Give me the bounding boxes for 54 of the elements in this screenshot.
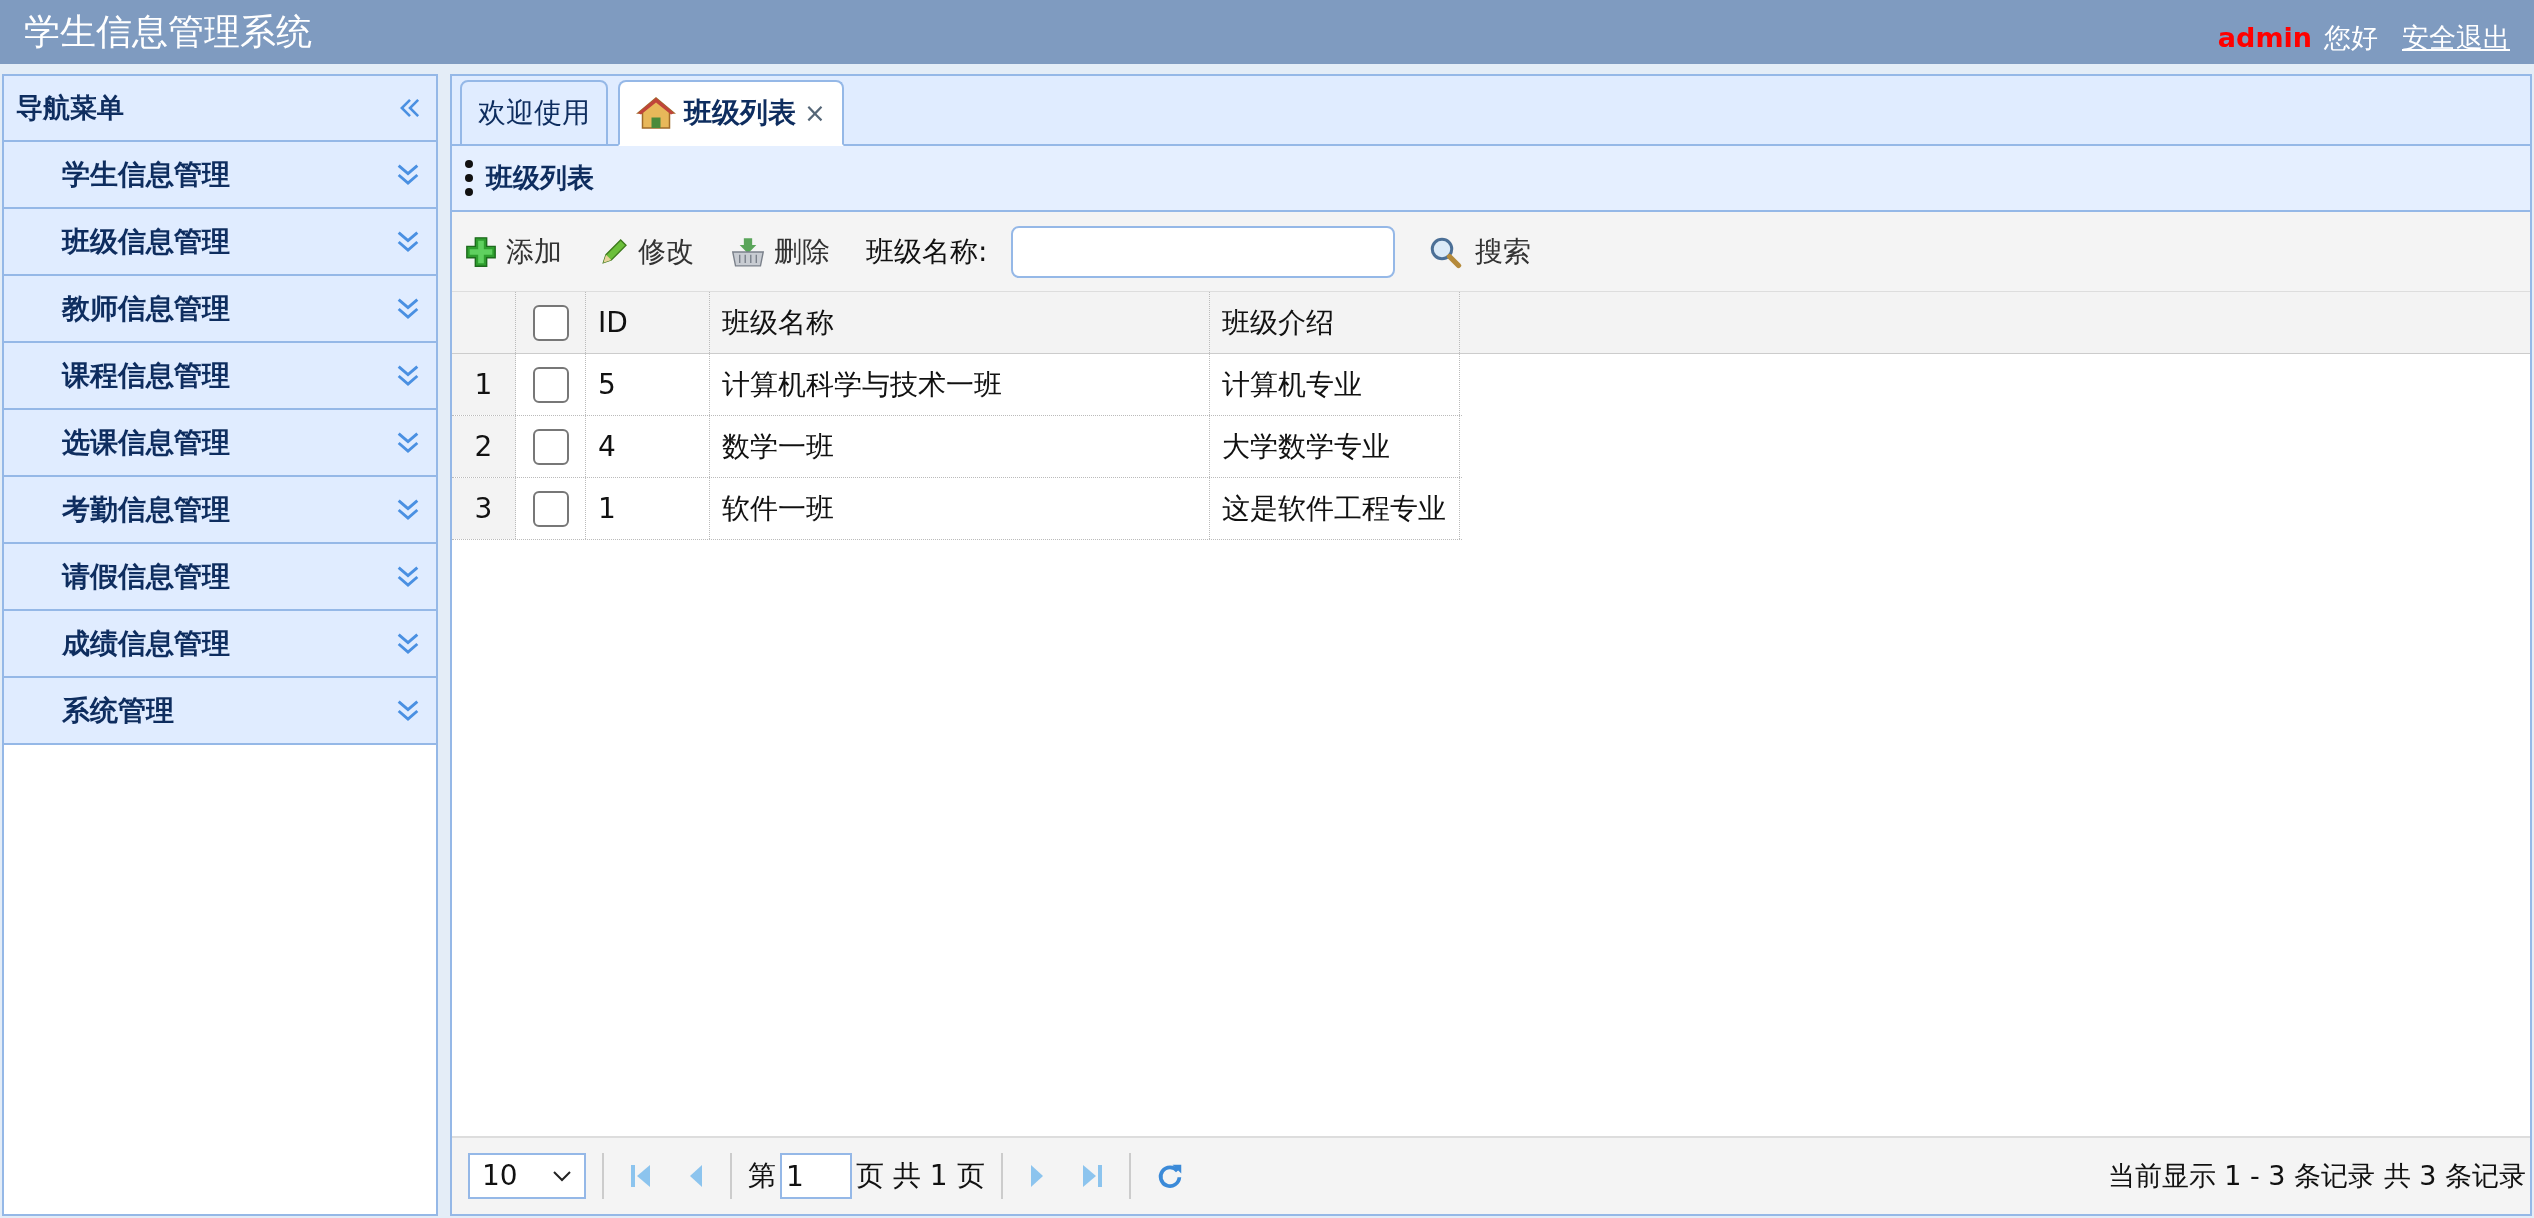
sidebar-item[interactable]: 请假信息管理 [4, 544, 436, 611]
close-icon[interactable]: × [804, 93, 826, 133]
sidebar-item[interactable]: 班级信息管理 [4, 209, 436, 276]
add-button[interactable]: 添加 [464, 230, 574, 273]
tab[interactable]: 班级列表 × [618, 80, 844, 146]
sidebar-item[interactable]: 系统管理 [4, 678, 436, 745]
app-title: 学生信息管理系统 [24, 10, 312, 54]
row-number: 1 [474, 366, 493, 403]
row-checkbox[interactable] [532, 490, 569, 527]
table-cell-text: 软件一班 [722, 490, 834, 527]
sidebar-item[interactable]: 学生信息管理 [4, 142, 436, 209]
row-checkbox[interactable] [532, 366, 569, 403]
table-cell-text: 1 [598, 490, 616, 527]
sidebar-item[interactable]: 教师信息管理 [4, 276, 436, 343]
table-row[interactable]: 2 4 数学一班 大学数学专业 [452, 416, 1462, 478]
record-info: 当前显示 1 - 3 条记录 共 3 条记录 [2107, 1158, 2526, 1193]
table-cell-text: 5 [598, 366, 616, 403]
page-label: 第 [748, 1158, 776, 1194]
select-all-checkbox[interactable] [532, 304, 569, 341]
page-total-label: 页 共 1 页 [856, 1158, 985, 1194]
page-number-field[interactable]: 1 [780, 1153, 852, 1199]
delete-button[interactable]: 删除 [730, 230, 842, 273]
house-icon [636, 95, 676, 131]
table-cell-text: 数学一班 [722, 428, 834, 465]
column-header[interactable]: 班级介绍 [1222, 301, 1334, 344]
row-checkbox[interactable] [532, 428, 569, 465]
row-number: 3 [474, 490, 493, 527]
column-header[interactable]: ID [598, 301, 628, 344]
user-name: admin [2217, 20, 2312, 55]
column-header[interactable]: 班级名称 [722, 301, 834, 344]
vertical-dots-icon [464, 158, 474, 198]
plus-icon [464, 234, 498, 269]
caret-icon [552, 1170, 572, 1182]
table-cell-text: 计算机专业 [1222, 366, 1362, 403]
sidebar-item[interactable]: 成绩信息管理 [4, 611, 436, 678]
panel-title: 班级列表 [486, 160, 594, 195]
sidebar-title: 导航菜单 [16, 90, 124, 125]
edit-button[interactable]: 修改 [598, 230, 706, 273]
row-number: 2 [474, 428, 493, 465]
search-field[interactable] [1011, 225, 1396, 278]
table-row[interactable]: 1 5 计算机科学与技术一班 计算机专业 [452, 354, 1462, 416]
table-row[interactable]: 3 1 软件一班 这是软件工程专业 [452, 478, 1462, 540]
table-cell-text: 计算机科学与技术一班 [722, 366, 1002, 403]
table-cell-text: 4 [598, 428, 616, 465]
search-button[interactable]: 搜索 [1427, 230, 1532, 273]
table-cell-text: 这是软件工程专业 [1222, 490, 1446, 527]
greeting: 您好 [2324, 20, 2378, 55]
tab[interactable]: 欢迎使用 [460, 80, 608, 146]
table-cell-text: 大学数学专业 [1222, 428, 1390, 465]
page-size-select[interactable]: 10 [468, 1153, 586, 1199]
search-label: 班级名称: [866, 233, 988, 270]
sidebar-item[interactable]: 选课信息管理 [4, 410, 436, 477]
sidebar-item[interactable]: 考勤信息管理 [4, 477, 436, 544]
sidebar-item[interactable]: 课程信息管理 [4, 343, 436, 410]
